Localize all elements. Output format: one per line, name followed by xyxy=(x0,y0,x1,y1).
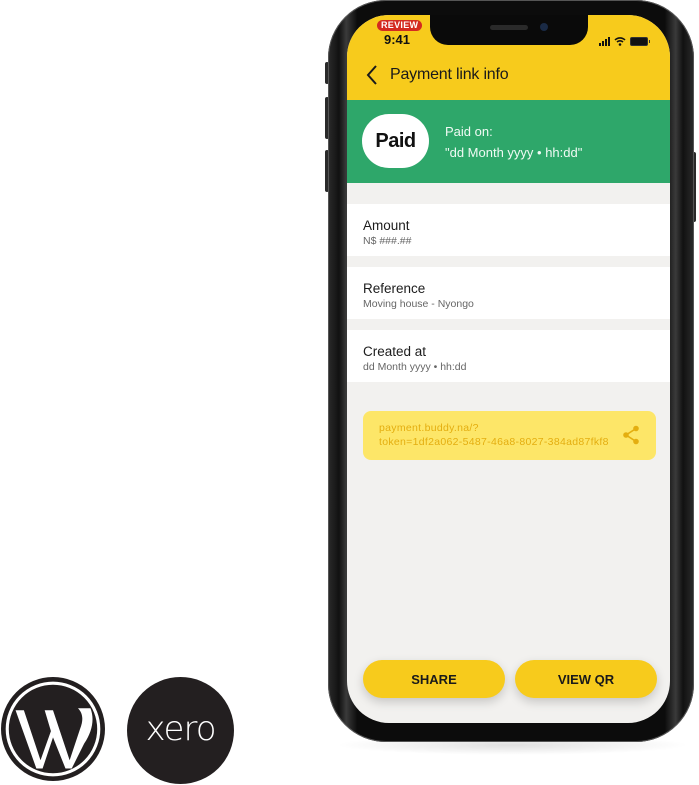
amount-label: Amount xyxy=(363,218,410,233)
amount-value: N$ ###.## xyxy=(363,235,412,247)
payment-link-box[interactable]: payment.buddy.na/? token=1df2a062-5487-4… xyxy=(363,411,656,460)
xero-logo: xero xyxy=(127,677,234,784)
phone-notch xyxy=(430,15,588,45)
front-camera xyxy=(540,23,548,31)
reference-card: Reference Moving house - Nyongo xyxy=(347,267,670,319)
wifi-icon xyxy=(614,37,626,46)
paid-on-label: Paid on: xyxy=(445,124,493,139)
speaker-grille xyxy=(490,25,528,30)
wordpress-icon xyxy=(5,681,101,777)
payment-link-line-1: payment.buddy.na/? xyxy=(379,422,479,434)
status-time: 9:41 xyxy=(384,32,411,47)
xero-logo-text: xero xyxy=(145,708,216,749)
wordpress-logo xyxy=(1,677,105,781)
battery-icon xyxy=(630,36,650,46)
created-at-card: Created at dd Month yyyy • hh:dd xyxy=(347,330,670,382)
paid-status-banner: Paid Paid on: "dd Month yyyy • hh:dd" xyxy=(347,100,670,183)
chevron-left-icon[interactable] xyxy=(365,64,379,86)
payment-link-text[interactable]: payment.buddy.na/? token=1df2a062-5487-4… xyxy=(379,421,609,449)
phone-screen: REVIEW 9:41 Payment link info Paid Paid … xyxy=(347,15,670,723)
paid-badge: Paid xyxy=(362,114,429,168)
created-at-label: Created at xyxy=(363,344,427,359)
reference-value: Moving house - Nyongo xyxy=(363,298,474,310)
created-at-value: dd Month yyyy • hh:dd xyxy=(363,361,467,373)
paid-on-date: "dd Month yyyy • hh:dd" xyxy=(445,145,583,160)
page-title: Payment link info xyxy=(390,66,509,83)
view-qr-button[interactable]: VIEW QR xyxy=(515,660,657,698)
payment-link-line-2: token=1df2a062-5487-46a8-8027-384ad87fkf… xyxy=(379,436,609,448)
review-badge: REVIEW xyxy=(377,20,423,31)
share-button[interactable]: SHARE xyxy=(363,660,505,698)
reference-label: Reference xyxy=(363,281,426,296)
signal-icon xyxy=(599,36,610,46)
share-icon[interactable] xyxy=(622,425,640,445)
amount-card: Amount N$ ###.## xyxy=(347,204,670,256)
status-icons xyxy=(599,36,650,46)
